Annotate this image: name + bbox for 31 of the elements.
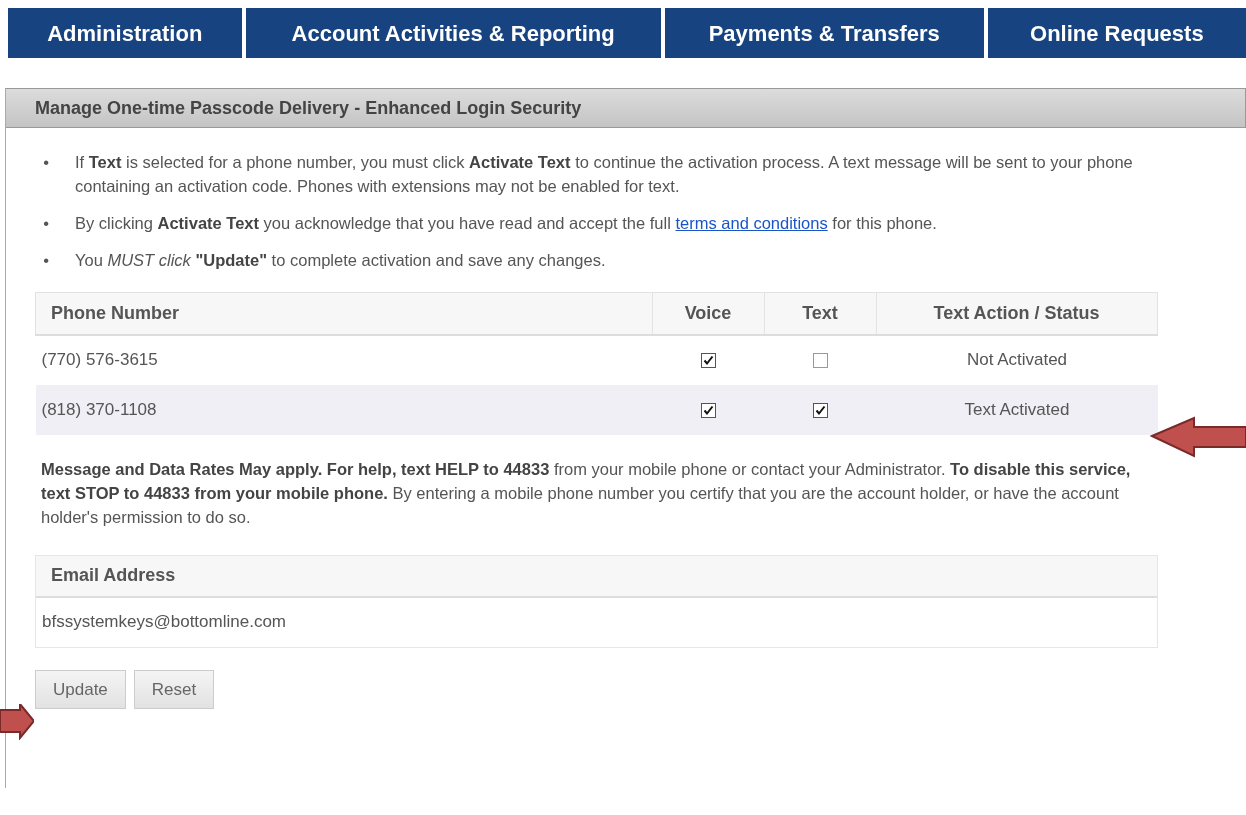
checkbox[interactable] (813, 402, 828, 418)
table-cell: (818) 370-1108 (35, 384, 653, 435)
terms-link[interactable]: terms and conditions (675, 214, 828, 232)
bullet-icon: • (35, 150, 49, 198)
checkbox[interactable] (701, 353, 716, 369)
nav-tab[interactable]: Online Requests (987, 8, 1246, 58)
nav-tab[interactable]: Payments & Transfers (664, 8, 984, 58)
bullet-text: By clicking Activate Text you acknowledge that you have read and accept the full terms and conditions for this phone. (75, 213, 937, 234)
arrow-icon (1150, 416, 1246, 458)
bullet-text: If Text is selected for a phone number, you must click Activate Text to continue the activation process. A text message will be sent to your phone containing an activation code. Phones with extensions may not be enabled for text. (75, 152, 1134, 197)
update-button[interactable]: Update (35, 669, 126, 709)
column-header: Phone Number (35, 292, 653, 335)
checkbox[interactable] (701, 402, 716, 418)
column-header: Text Action / Status (876, 292, 1158, 335)
table-cell-text: bfssystemkeys@bottomline.com (41, 611, 287, 634)
column-header: Voice (652, 292, 765, 335)
reset-button[interactable]: Reset (133, 669, 215, 709)
bullet-text: You MUST click "Update" to complete activation and save any changes. (75, 250, 606, 271)
nav-tab[interactable]: Account Activities & Reporting (245, 8, 661, 58)
panel-title: Manage One-time Passcode Delivery - Enhanced Login Security (6, 88, 1246, 128)
checkbox[interactable] (813, 353, 828, 369)
notice-text: Message and Data Rates May apply. For help, text HELP to 44833 from your mobile phone or contact your Administrator. To disable this service, text STOP to 44833 from your mobile phone. By entering a mobile phone number you certify that you are the account holder, or have the account holder's permission to do so. (40, 458, 1132, 528)
column-header: Email Address (36, 555, 1157, 598)
bullet-icon: • (35, 248, 49, 272)
column-header: Text (764, 292, 877, 335)
status-text: Text Activated (876, 384, 1158, 435)
arrow-icon (0, 704, 34, 740)
table-cell: (770) 576-3615 (35, 334, 653, 385)
bullet-icon: • (35, 211, 49, 235)
status-text: Not Activated (876, 334, 1158, 385)
nav-tab[interactable]: Administration (8, 8, 242, 58)
